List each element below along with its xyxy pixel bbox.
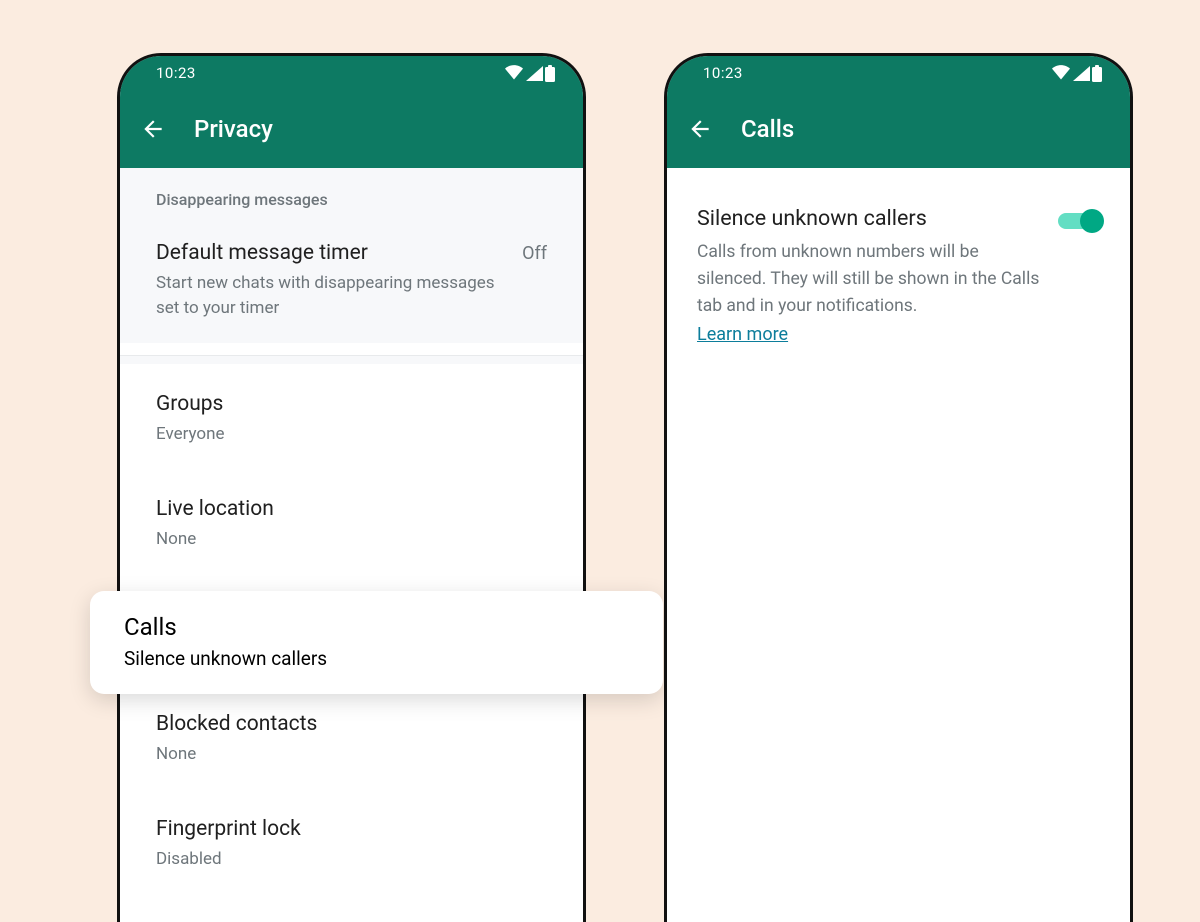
header: 10:23 Calls xyxy=(667,56,1130,168)
status-icons xyxy=(1051,65,1102,82)
item-title: Calls xyxy=(124,613,629,641)
item-subtitle: Silence unknown callers xyxy=(124,647,629,670)
phone-privacy: 10:23 Privacy Disappearing messages Defa… xyxy=(117,53,586,922)
signal-icon xyxy=(1073,66,1090,81)
setting-title: Silence unknown callers xyxy=(697,206,1040,231)
back-button[interactable] xyxy=(136,112,170,146)
appbar-title: Calls xyxy=(741,115,794,143)
item-title: Fingerprint lock xyxy=(156,815,547,843)
item-subtitle: Disabled xyxy=(156,847,516,872)
row-groups[interactable]: Groups Everyone xyxy=(120,364,583,469)
row-silence-unknown-callers[interactable]: Silence unknown callers Calls from unkno… xyxy=(667,168,1130,345)
status-bar: 10:23 xyxy=(120,56,583,90)
row-default-message-timer[interactable]: Default message timer Off Start new chat… xyxy=(120,223,583,343)
item-subtitle: None xyxy=(156,742,516,767)
app-bar: Calls xyxy=(667,90,1130,168)
item-subtitle: Everyone xyxy=(156,422,516,447)
item-value: Off xyxy=(522,243,547,264)
battery-icon xyxy=(1092,65,1102,82)
toggle-silence-unknown[interactable] xyxy=(1058,208,1102,234)
battery-icon xyxy=(545,65,555,82)
learn-more-link[interactable]: Learn more xyxy=(697,324,788,345)
status-time: 10:23 xyxy=(703,64,743,82)
status-time: 10:23 xyxy=(156,64,196,82)
back-button[interactable] xyxy=(683,112,717,146)
item-title: Default message timer xyxy=(156,239,368,267)
row-calls[interactable]: Calls Silence unknown callers xyxy=(90,591,663,694)
row-fingerprint-lock[interactable]: Fingerprint lock Disabled xyxy=(120,789,583,894)
status-icons xyxy=(504,65,555,82)
item-title: Groups xyxy=(156,390,547,418)
back-arrow-icon xyxy=(687,116,713,142)
item-title: Live location xyxy=(156,495,547,523)
item-subtitle: Start new chats with disappearing messag… xyxy=(156,271,516,320)
signal-icon xyxy=(526,66,543,81)
appbar-title: Privacy xyxy=(194,115,273,143)
setting-description: Calls from unknown numbers will be silen… xyxy=(697,239,1040,320)
privacy-content: Disappearing messages Default message ti… xyxy=(120,168,583,894)
divider xyxy=(120,355,583,356)
row-live-location[interactable]: Live location None xyxy=(120,469,583,574)
section-label-disappearing: Disappearing messages xyxy=(120,168,583,223)
header: 10:23 Privacy xyxy=(120,56,583,168)
app-bar: Privacy xyxy=(120,90,583,168)
item-subtitle: None xyxy=(156,527,516,552)
toggle-thumb xyxy=(1080,209,1104,233)
wifi-icon xyxy=(504,65,524,81)
item-title: Blocked contacts xyxy=(156,710,547,738)
row-blocked-contacts[interactable]: Blocked contacts None xyxy=(120,694,583,789)
wifi-icon xyxy=(1051,65,1071,81)
status-bar: 10:23 xyxy=(667,56,1130,90)
back-arrow-icon xyxy=(140,116,166,142)
phone-calls: 10:23 Calls Silence unknown callers Call… xyxy=(664,53,1133,922)
